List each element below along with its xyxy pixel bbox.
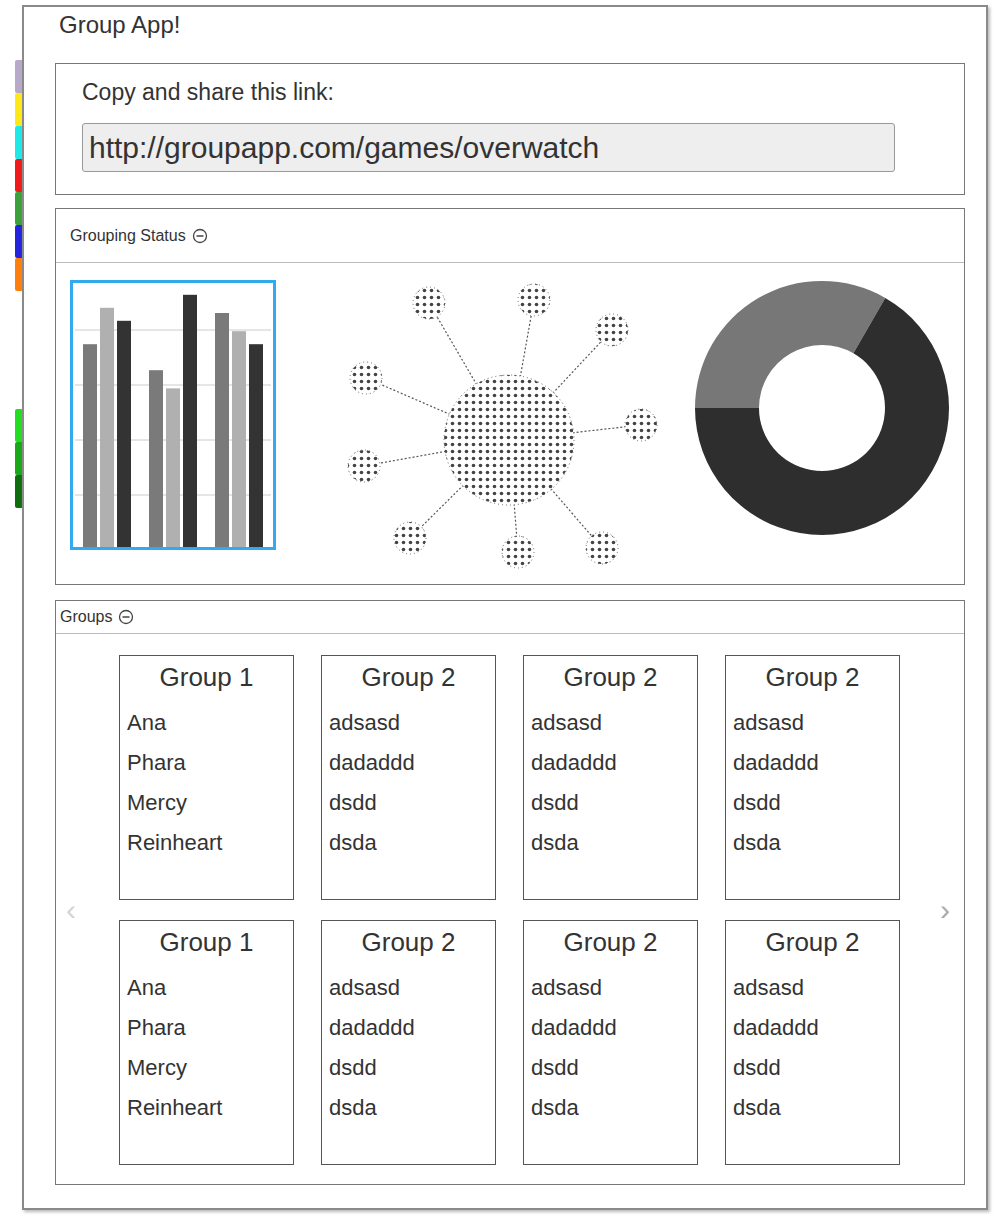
hub-node [444,375,574,505]
group-member: dadaddd [733,1008,892,1048]
group-member: dadaddd [329,743,488,783]
bar [215,313,229,547]
bar [166,388,180,547]
group-card[interactable]: Group 1 AnaPharaMercyReinheart [119,920,294,1165]
leaf-node [625,409,657,441]
collapse-icon[interactable] [118,609,134,625]
group-card[interactable]: Group 2 adsasddadaddddsdddsda [725,655,900,900]
group-member: Ana [127,968,286,1008]
group-member: dsdd [329,783,488,823]
group-card[interactable]: Group 2 adsasddadaddddsdddsda [523,655,698,900]
share-label: Copy and share this link: [82,78,938,106]
app-window: Group App! Copy and share this link: Group… [22,5,988,1210]
group-title: Group 2 [733,927,892,958]
charts-row [56,263,964,572]
leaf-node [596,314,628,346]
next-button[interactable]: › [900,895,966,925]
app-title: Group App! [55,7,965,63]
group-member: Phara [127,743,286,783]
bar [249,344,263,547]
panel-header: Groups [56,601,964,634]
group-member: dadaddd [531,743,690,783]
leaf-node [502,536,534,568]
bar [149,370,163,547]
group-title: Group 1 [127,662,286,693]
group-card[interactable]: Group 2 adsasddadaddddsdddsda [523,920,698,1165]
group-card[interactable]: Group 2 adsasddadaddddsdddsda [321,920,496,1165]
group-member: dsdd [733,783,892,823]
group-member: Mercy [127,783,286,823]
group-member: Reinheart [127,1088,286,1128]
group-member: adsasd [733,703,892,743]
group-member: adsasd [733,968,892,1008]
group-member: dsda [733,1088,892,1128]
leaf-node [348,450,380,482]
group-member: dsda [329,1088,488,1128]
group-title: Group 2 [531,927,690,958]
group-member: adsasd [329,968,488,1008]
bar [183,295,197,547]
groups-carousel: ‹Group 1AnaPharaMercyReinheartGroup 2ads… [56,634,964,1186]
network-diagram [344,280,664,572]
bar-chart[interactable] [70,280,276,550]
group-member: dsdd [531,1048,690,1088]
group-member: dsda [531,823,690,863]
group-card[interactable]: Group 1 AnaPharaMercyReinheart [119,655,294,900]
donut-segment [695,281,885,408]
group-member: adsasd [329,703,488,743]
group-card[interactable]: Group 2 adsasddadaddddsdddsda [725,920,900,1165]
group-title: Group 2 [531,662,690,693]
group-title: Group 2 [329,662,488,693]
group-member: dadaddd [329,1008,488,1048]
group-member: dsda [531,1088,690,1128]
bar [83,344,97,547]
group-member: Mercy [127,1048,286,1088]
leaf-node [518,284,550,316]
panel-title: Groups [60,605,112,629]
prev-button[interactable]: ‹ [56,895,119,925]
share-link-field[interactable] [82,123,895,172]
leaf-node [394,522,426,554]
grouping-status-panel: Grouping Status [55,208,965,585]
group-member: dsda [329,823,488,863]
group-member: dadaddd [531,1008,690,1048]
leaf-node [413,287,445,319]
leaf-node [350,362,382,394]
group-member: Ana [127,703,286,743]
group-member: adsasd [531,703,690,743]
bar [100,308,114,547]
group-member: dsda [733,823,892,863]
group-title: Group 2 [329,927,488,958]
group-member: Reinheart [127,823,286,863]
bar [117,321,131,547]
collapse-icon[interactable] [192,228,208,244]
donut-chart [694,280,950,536]
group-member: dsdd [733,1048,892,1088]
group-title: Group 2 [733,662,892,693]
groups-panel: Groups‹Group 1AnaPharaMercyReinheartGrou… [55,600,965,1185]
app-shell: Group App! Copy and share this link: Group… [0,0,998,1210]
bar [232,331,246,547]
group-member: dsdd [531,783,690,823]
leaf-node [586,532,618,564]
groups-grid: Group 1AnaPharaMercyReinheartGroup 2adsa… [119,655,900,1165]
group-member: Phara [127,1008,286,1048]
group-member: dsdd [329,1048,488,1088]
group-title: Group 1 [127,927,286,958]
group-member: adsasd [531,968,690,1008]
donut-segment [695,298,949,535]
panel-title: Grouping Status [70,224,186,248]
share-panel: Copy and share this link: [55,63,965,195]
panel-header: Grouping Status [56,209,964,263]
group-member: dadaddd [733,743,892,783]
group-card[interactable]: Group 2 adsasddadaddddsdddsda [321,655,496,900]
